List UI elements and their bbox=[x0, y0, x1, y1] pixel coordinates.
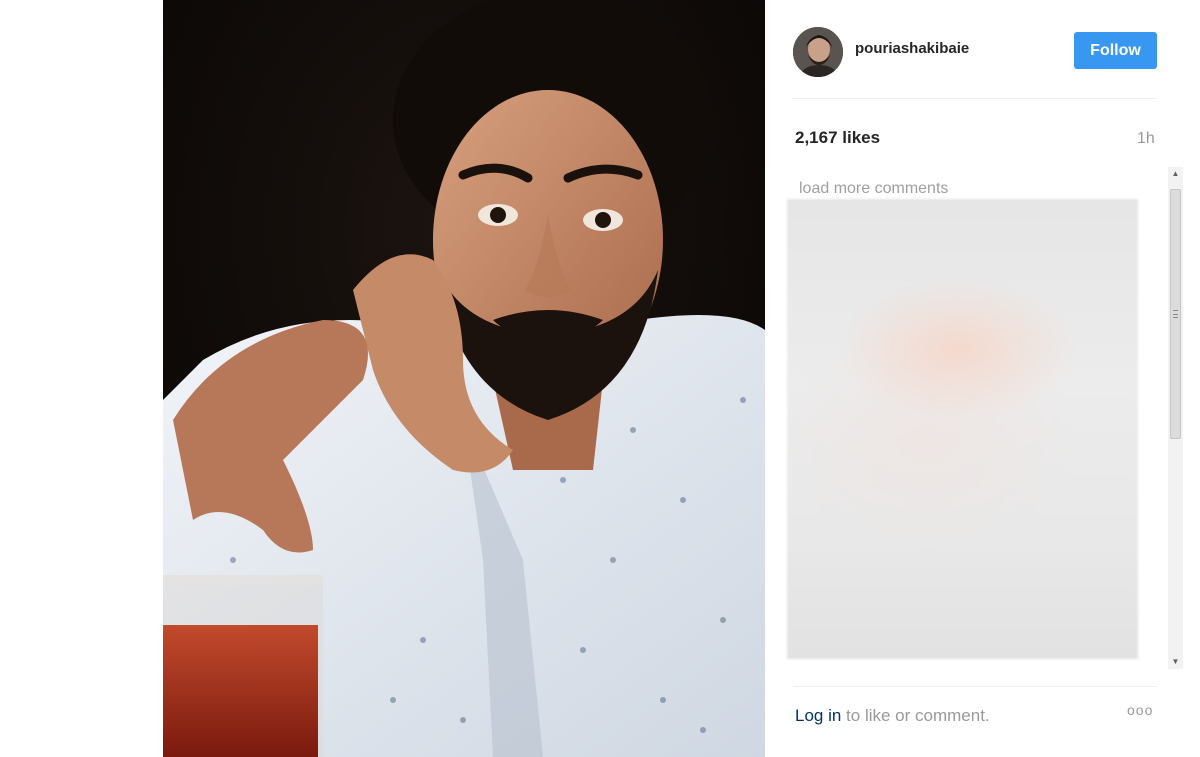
load-more-comments-link[interactable]: load more comments bbox=[799, 180, 948, 198]
comments-scrollbar[interactable]: ▲ ▼ bbox=[1168, 167, 1183, 669]
login-prompt: Log in to like or comment. bbox=[795, 706, 990, 726]
instagram-post-page: pouriashakibaie Follow 2,167 likes 1h lo… bbox=[0, 0, 1200, 757]
scroll-up-arrow-icon[interactable]: ▲ bbox=[1168, 167, 1183, 181]
footer-divider bbox=[793, 686, 1157, 687]
comments-area-blurred bbox=[787, 199, 1138, 659]
login-prompt-text: to like or comment. bbox=[841, 706, 990, 725]
more-options-icon[interactable]: ooo bbox=[1127, 702, 1153, 718]
follow-button[interactable]: Follow bbox=[1074, 32, 1157, 69]
scroll-grip-icon bbox=[1173, 310, 1178, 318]
likes-count[interactable]: 2,167 likes bbox=[795, 128, 880, 148]
avatar[interactable] bbox=[793, 27, 843, 77]
post-side-panel: pouriashakibaie Follow 2,167 likes 1h lo… bbox=[765, 0, 1200, 757]
username-link[interactable]: pouriashakibaie bbox=[855, 40, 969, 57]
login-link[interactable]: Log in bbox=[795, 706, 841, 725]
header-divider bbox=[793, 98, 1157, 99]
post-header: pouriashakibaie Follow bbox=[793, 24, 1157, 78]
scroll-thumb[interactable] bbox=[1170, 189, 1181, 439]
avatar-image bbox=[793, 27, 843, 77]
post-photo[interactable] bbox=[163, 0, 765, 757]
post-time[interactable]: 1h bbox=[1137, 130, 1155, 148]
portrait-image bbox=[163, 0, 765, 757]
scroll-down-arrow-icon[interactable]: ▼ bbox=[1168, 655, 1183, 669]
